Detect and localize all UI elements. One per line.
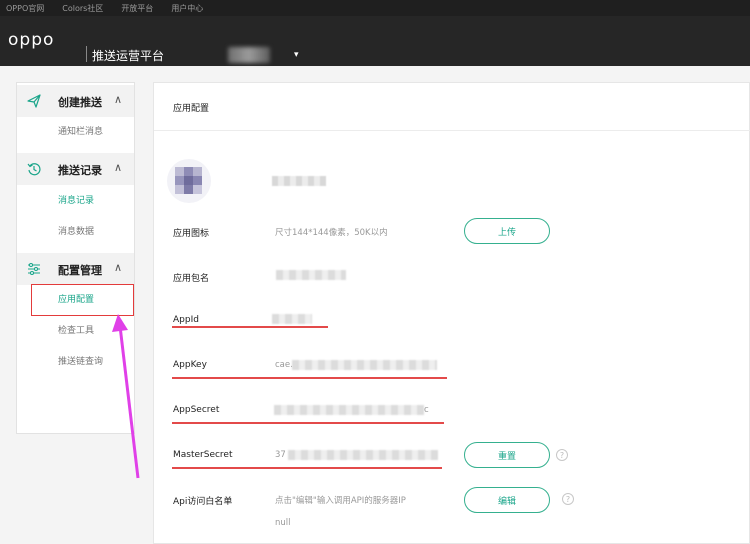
topnav-link-open-platform[interactable]: 开放平台 (121, 3, 153, 14)
sidebar-item-push-chain-query[interactable]: 推送链查询 (58, 354, 103, 367)
appsecret-suffix: c (424, 405, 429, 415)
sidebar: 创建推送 ∧ 通知栏消息 推送记录 ∧ 消息记录 消息数据 配置管理 ∧ 应用配… (16, 82, 135, 434)
api-whitelist-hint: 点击"编辑"输入调用API的服务器IP (275, 496, 406, 506)
sidebar-section-label: 推送记录 (58, 164, 102, 177)
mastersecret-prefix: 37 (275, 450, 286, 460)
sidebar-section-config[interactable]: 配置管理 ∧ (17, 253, 134, 285)
app-icon-avatar (167, 159, 211, 203)
annotation-underline-appkey (172, 377, 447, 379)
package-name-blurred (276, 270, 346, 280)
upload-button[interactable]: 上传 (464, 218, 550, 244)
chevron-up-icon: ∧ (114, 93, 123, 106)
appkey-label: AppKey (173, 360, 207, 370)
api-whitelist-value: null (275, 518, 291, 528)
annotation-highlight-box (31, 284, 134, 316)
appkey-prefix: cae. (275, 360, 293, 370)
appid-blurred (272, 314, 312, 324)
chevron-up-icon: ∧ (114, 161, 123, 174)
app-switcher-dropdown[interactable]: ▾ (228, 44, 312, 66)
app-name-blurred (228, 47, 270, 63)
mastersecret-label: MasterSecret (173, 450, 233, 460)
annotation-underline-mastersecret (172, 467, 442, 469)
sidebar-item-message-records[interactable]: 消息记录 (58, 193, 94, 206)
appkey-blurred (292, 360, 437, 370)
sidebar-section-create-push[interactable]: 创建推送 ∧ (17, 85, 134, 117)
oppo-logo[interactable]: oppo (8, 30, 54, 50)
app-header: oppo 推送运营平台 ▾ (0, 16, 750, 66)
annotation-underline-appid (172, 326, 328, 328)
help-icon[interactable]: ? (556, 449, 568, 461)
chevron-up-icon: ∧ (114, 261, 123, 274)
edit-button[interactable]: 编辑 (464, 487, 550, 513)
caret-down-icon: ▾ (294, 50, 299, 60)
annotation-underline-appsecret (172, 422, 444, 424)
platform-title: 推送运营平台 (92, 49, 165, 63)
sliders-icon (28, 262, 40, 276)
help-icon[interactable]: ? (562, 493, 574, 505)
top-utility-nav: OPPO官网 Colors社区 开放平台 用户中心 (0, 0, 750, 16)
app-name-blurred (272, 176, 326, 186)
page-title: 应用配置 (173, 104, 210, 114)
reset-button[interactable]: 重置 (464, 442, 550, 468)
sidebar-section-label: 配置管理 (58, 264, 102, 277)
topnav-link-user-center[interactable]: 用户中心 (171, 3, 203, 14)
appsecret-label: AppSecret (173, 405, 220, 415)
main-panel (153, 82, 750, 544)
appsecret-blurred (274, 405, 424, 415)
app-icon-hint: 尺寸144*144像素，50K以内 (275, 228, 388, 238)
sidebar-item-notification[interactable]: 通知栏消息 (58, 124, 103, 137)
sidebar-item-message-data[interactable]: 消息数据 (58, 224, 94, 237)
mastersecret-blurred (288, 450, 438, 460)
sidebar-section-push-records[interactable]: 推送记录 ∧ (17, 153, 134, 185)
package-name-label: 应用包名 (173, 274, 210, 284)
topnav-link-colors[interactable]: Colors社区 (62, 3, 103, 14)
sidebar-section-label: 创建推送 (58, 96, 102, 109)
paper-plane-icon (27, 94, 41, 108)
app-icon-label: 应用图标 (173, 229, 210, 239)
api-whitelist-label: Api访问白名单 (173, 497, 233, 507)
appid-label: AppId (173, 315, 199, 325)
topnav-link-oppo[interactable]: OPPO官网 (6, 3, 44, 14)
title-divider (154, 130, 750, 131)
sidebar-item-check-tool[interactable]: 检查工具 (58, 323, 94, 336)
history-icon (27, 163, 41, 176)
brand-divider (86, 46, 87, 62)
